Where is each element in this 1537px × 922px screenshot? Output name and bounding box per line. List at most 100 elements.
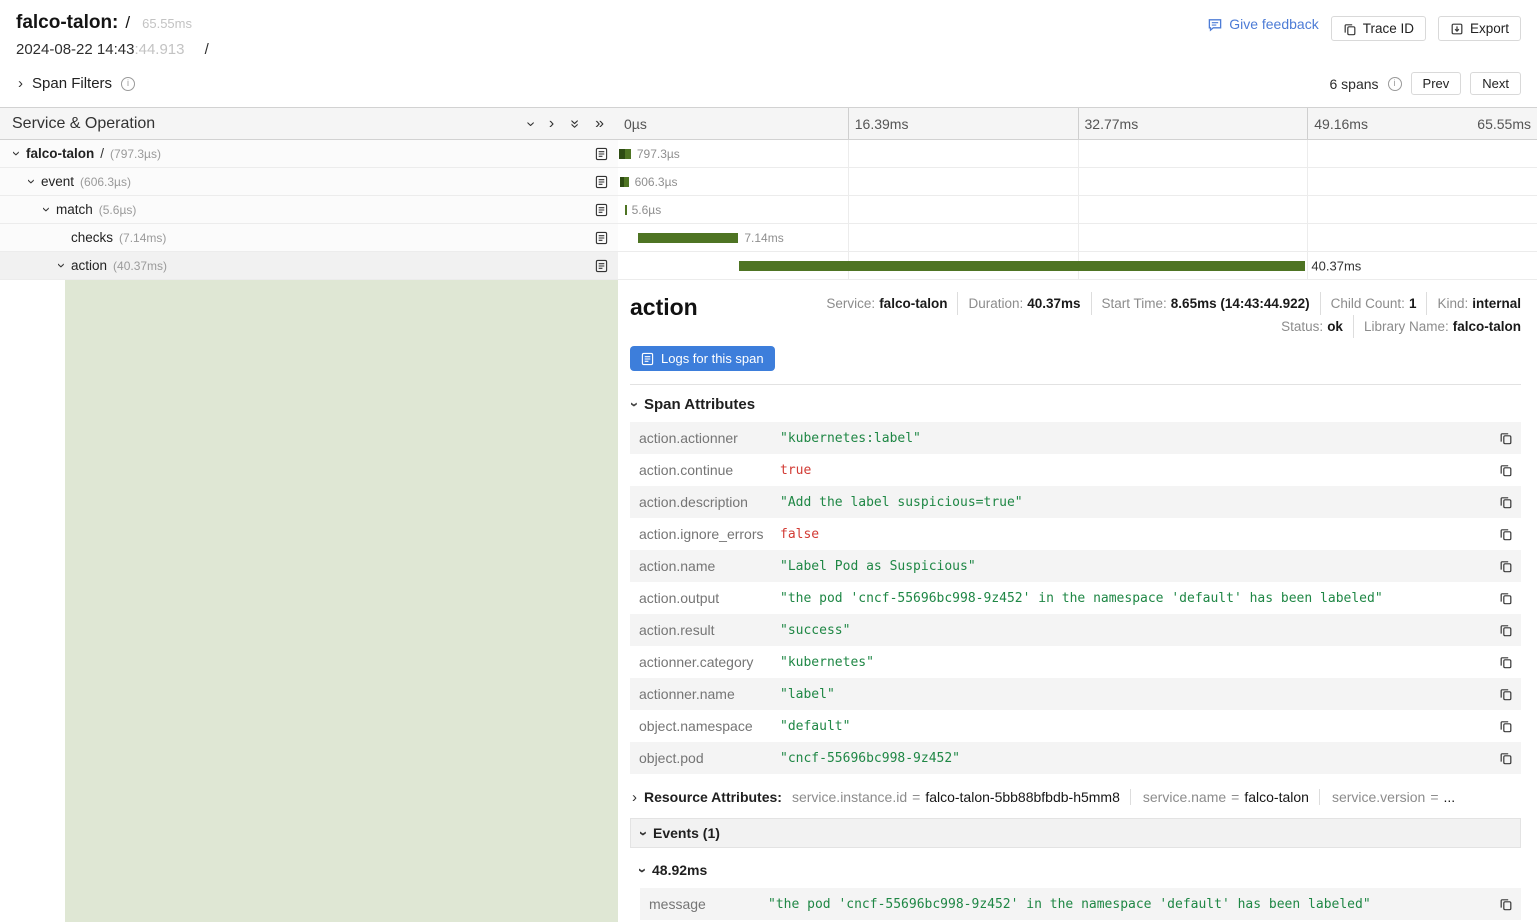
span-timeline-cell[interactable]: 606.3µs (618, 168, 1537, 196)
attribute-value: "kubernetes:label" (780, 431, 1491, 446)
trace-timestamp: 2024-08-22 14:43 (16, 41, 134, 58)
copy-icon[interactable] (1499, 463, 1513, 477)
span-operation: / (100, 146, 104, 161)
span-bar[interactable] (638, 233, 738, 243)
span-bar[interactable] (620, 177, 629, 187)
feedback-label: Give feedback (1229, 16, 1319, 32)
copy-icon[interactable] (1499, 751, 1513, 765)
event-message-value: "the pod 'cncf-55696bc998-9z452' in the … (768, 897, 1491, 912)
span-bar[interactable] (625, 205, 627, 215)
timeline-tick-label: 16.39ms (848, 108, 909, 139)
trace-id-label: Trace ID (1363, 21, 1414, 36)
breadcrumb: / (205, 41, 209, 58)
overview-item: Start Time:8.65ms (14:43:44.922) (1091, 292, 1310, 315)
next-button[interactable]: Next (1470, 72, 1521, 95)
span-name-cell[interactable]: ›action(40.37ms) (0, 252, 618, 280)
copy-icon[interactable] (1499, 897, 1513, 911)
span-log-icon[interactable] (595, 175, 608, 189)
span-name: action (71, 258, 107, 273)
timeline-tick-label: 49.16ms (1307, 108, 1368, 139)
span-attributes-toggle[interactable]: › Span Attributes (632, 396, 1521, 413)
span-timeline-cell[interactable]: 7.14ms (618, 224, 1537, 252)
chevron-down-icon: › (635, 868, 650, 873)
collapse-children-icon[interactable]: › (54, 259, 69, 272)
event-time-toggle[interactable]: › 48.92ms (640, 862, 1521, 878)
span-log-icon[interactable] (595, 203, 608, 217)
info-icon[interactable]: i (1388, 77, 1402, 91)
events-toggle[interactable]: › Events (1) (630, 818, 1521, 848)
span-timeline-cell[interactable]: 40.37ms (618, 252, 1537, 280)
attribute-row-action.continue: action.continuetrue (630, 454, 1521, 486)
overview-item: Kind:internal (1426, 292, 1521, 315)
collapse-children-icon[interactable]: › (9, 147, 24, 160)
child-span-segment (619, 149, 625, 159)
resource-attribute-service.version: service.version=... (1319, 789, 1455, 805)
span-name: event (41, 174, 74, 189)
logs-for-span-button[interactable]: Logs for this span (630, 346, 775, 371)
span-name-cell[interactable]: ›match(5.6µs) (0, 196, 618, 224)
log-icon (641, 352, 654, 366)
span-name-cell[interactable]: ›event(606.3µs) (0, 168, 618, 196)
span-log-icon[interactable] (595, 231, 608, 245)
overview-item: Library Name:falco-talon (1353, 315, 1521, 338)
collapse-one-icon[interactable]: › (549, 116, 554, 132)
span-filters-toggle[interactable]: › Span Filters i (18, 75, 135, 92)
collapse-children-icon[interactable]: › (39, 203, 54, 216)
copy-icon[interactable] (1499, 431, 1513, 445)
expand-all-icon[interactable]: » (567, 119, 583, 128)
logs-button-label: Logs for this span (661, 351, 764, 366)
resource-attributes-toggle[interactable]: › Resource Attributes: service.instance.… (632, 789, 1521, 805)
span-timeline-cell[interactable]: 797.3µs (618, 140, 1537, 168)
selected-span-color-block (65, 280, 618, 922)
copy-icon[interactable] (1499, 655, 1513, 669)
overview-item: Child Count:1 (1320, 292, 1417, 315)
span-name-cell[interactable]: ›falco-talon/(797.3µs) (0, 140, 618, 168)
span-name-cell[interactable]: checks(7.14ms) (0, 224, 618, 252)
attribute-key: object.pod (630, 750, 780, 766)
copy-icon[interactable] (1499, 623, 1513, 637)
timeline-ruler: 0µs16.39ms32.77ms49.16ms65.55ms (618, 108, 1537, 139)
export-label: Export (1470, 21, 1509, 36)
span-filters-row: › Span Filters i 6 spans i Prev Next (0, 64, 1537, 107)
resource-attribute-service.instance.id: service.instance.id=falco-talon-5bb88bfb… (792, 789, 1120, 805)
copy-icon[interactable] (1499, 591, 1513, 605)
collapse-all-icon[interactable]: » (595, 116, 604, 132)
prev-button[interactable]: Prev (1411, 72, 1462, 95)
span-row-event[interactable]: ›event(606.3µs)606.3µs (0, 168, 1537, 196)
span-row-action[interactable]: ›action(40.37ms)40.37ms (0, 252, 1537, 280)
overview-item: Service:falco-talon (826, 292, 947, 315)
span-log-icon[interactable] (595, 259, 608, 273)
service-operation-title: Service & Operation (12, 115, 155, 133)
chevron-right-icon: › (18, 76, 23, 91)
copy-icon[interactable] (1499, 495, 1513, 509)
export-button[interactable]: Export (1438, 16, 1521, 41)
trace-id-button[interactable]: Trace ID (1331, 16, 1426, 41)
span-timeline-cell[interactable]: 5.6µs (618, 196, 1537, 224)
collapse-children-icon[interactable]: › (24, 175, 39, 188)
attribute-key: actionner.category (630, 654, 780, 670)
span-row-falco-talon[interactable]: ›falco-talon/(797.3µs)797.3µs (0, 140, 1537, 168)
copy-icon[interactable] (1499, 559, 1513, 573)
attribute-value: "Label Pod as Suspicious" (780, 559, 1491, 574)
info-icon[interactable]: i (121, 77, 135, 91)
resource-attributes-title: Resource Attributes: (644, 789, 782, 805)
span-row-checks[interactable]: checks(7.14ms)7.14ms (0, 224, 1537, 252)
give-feedback-link[interactable]: Give feedback (1207, 16, 1319, 32)
copy-icon[interactable] (1499, 687, 1513, 701)
chevron-down-icon: › (627, 402, 642, 407)
chevron-down-icon: › (636, 831, 651, 836)
span-bar[interactable] (619, 149, 630, 159)
span-log-icon[interactable] (595, 147, 608, 161)
span-duration: (797.3µs) (110, 147, 161, 161)
span-rows: ›falco-talon/(797.3µs)797.3µs›event(606.… (0, 140, 1537, 280)
span-row-match[interactable]: ›match(5.6µs) 5.6µs (0, 196, 1537, 224)
span-bar[interactable] (739, 261, 1305, 271)
span-pager: 6 spans i Prev Next (1329, 72, 1521, 95)
copy-icon[interactable] (1499, 719, 1513, 733)
divider (630, 384, 1521, 385)
trace-detail-page: falco-talon: / 65.55ms 2024-08-22 14:43:… (0, 0, 1537, 922)
copy-icon[interactable] (1499, 527, 1513, 541)
overview-item: Duration:40.37ms (957, 292, 1080, 315)
span-bar-label: 5.6µs (632, 203, 662, 217)
expand-one-icon[interactable]: › (522, 121, 538, 126)
